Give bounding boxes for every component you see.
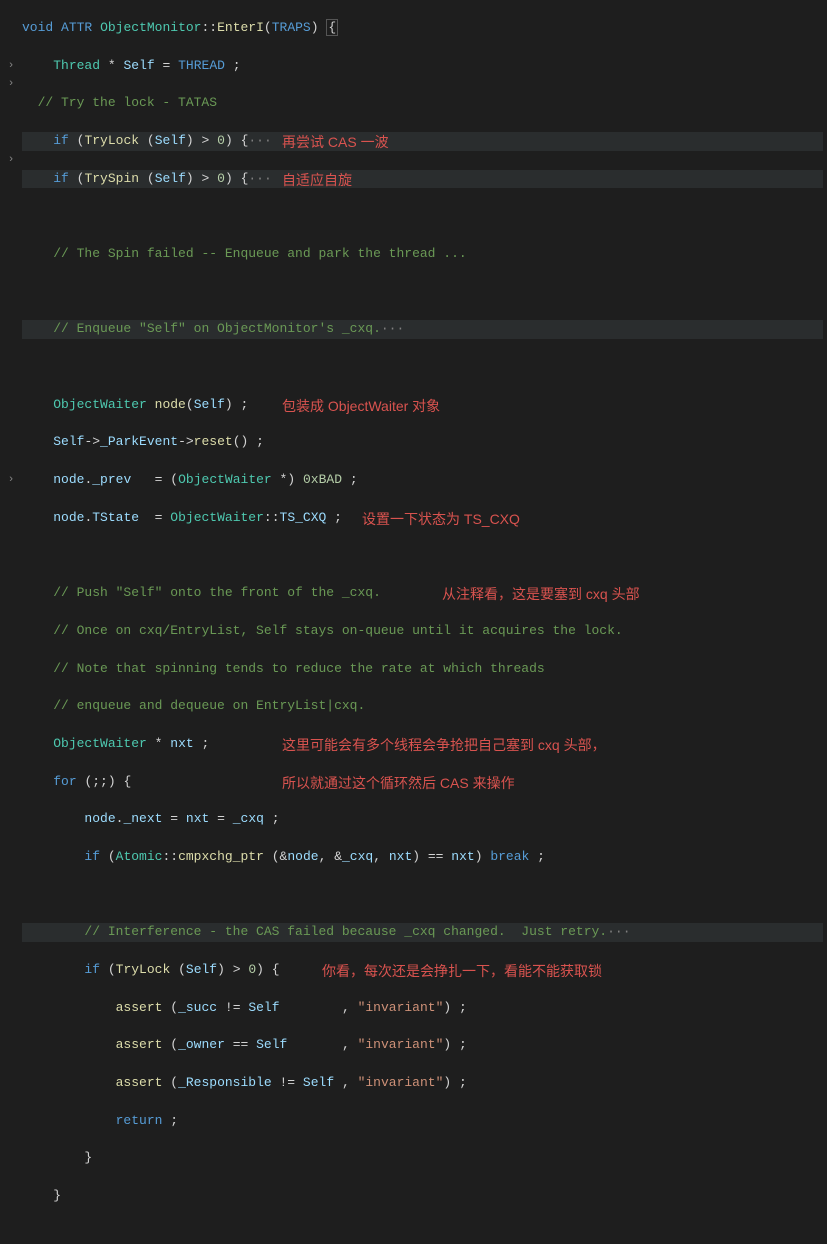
macro: THREAD [178,58,225,73]
keyword: if [53,171,69,186]
fold-row [0,358,22,377]
keyword: if [53,133,69,148]
type: ObjectMonitor [100,20,201,35]
fold-row [0,38,22,57]
fold-row [0,264,22,283]
comment: // Interference - the CAS failed because… [84,924,607,939]
fold-marker-icon[interactable]: › [0,471,22,490]
code-area[interactable]: void ATTR ObjectMonitor::EnterI(TRAPS) {… [22,0,827,624]
annotation: 再尝试 CAS 一波 [282,132,389,152]
fold-gutter: › › › › [0,0,22,624]
fold-row [0,415,22,434]
code-editor: › › › › void ATTR ObjectMonitor::EnterI(… [0,0,827,624]
fold-row [0,19,22,38]
annotation: 自适应自旋 [282,170,352,190]
annotation: 这里可能会有多个线程会争抢把自己塞到 cxq 头部， [282,735,606,755]
variable: Self [123,58,154,73]
type: ObjectWaiter [53,397,147,412]
annotation: 设置一下状态为 TS_CXQ [362,509,520,529]
keyword: void [22,20,53,35]
fold-row [0,490,22,509]
comment: // Try the lock - TATAS [22,95,217,110]
fold-row [0,226,22,245]
comment: // Push "Self" onto the front of the _cx… [53,585,381,600]
fold-row [0,0,22,19]
annotation: 所以就通过这个循环然后 CAS 来操作 [282,773,515,793]
fold-marker-icon[interactable]: › [0,151,22,170]
type: ObjectWaiter [53,736,147,751]
comment: // Once on cxq/EntryList, Self stays on-… [53,623,623,638]
keyword: if [84,962,100,977]
keyword: for [53,774,76,789]
fold-row [0,377,22,396]
macro: TRAPS [272,20,311,35]
fold-row [0,170,22,189]
function-call: TrySpin [84,171,139,186]
keyword: if [84,849,100,864]
fold-row [0,132,22,151]
fold-row [0,207,22,226]
fold-row [0,433,22,452]
macro: ATTR [61,20,92,35]
comment: // Enqueue "Self" on ObjectMonitor's _cx… [53,321,381,336]
type: Thread [53,58,100,73]
comment: // enqueue and dequeue on EntryList|cxq. [53,698,365,713]
function-name: EnterI [217,20,264,35]
fold-row [0,188,22,207]
fold-row [0,320,22,339]
fold-marker-icon[interactable]: › [0,75,22,94]
fold-row [0,452,22,471]
annotation: 包装成 ObjectWaiter 对象 [282,396,440,416]
fold-row [0,302,22,321]
fold-row [0,283,22,302]
fold-row [0,245,22,264]
function-call: TryLock [84,133,139,148]
fold-row [0,396,22,415]
annotation: 你看，每次还是会挣扎一下，看能不能获取锁 [322,961,602,981]
fold-row [0,113,22,132]
fold-marker-icon[interactable]: › [0,57,22,76]
keyword: return [116,1113,163,1128]
annotation: 从注释看，这是要塞到 cxq 头部 [442,584,640,604]
fold-row [0,94,22,113]
comment: // The Spin failed -- Enqueue and park t… [53,246,466,261]
fold-row [0,339,22,358]
comment: // Note that spinning tends to reduce th… [53,661,544,676]
variable: node [155,397,186,412]
